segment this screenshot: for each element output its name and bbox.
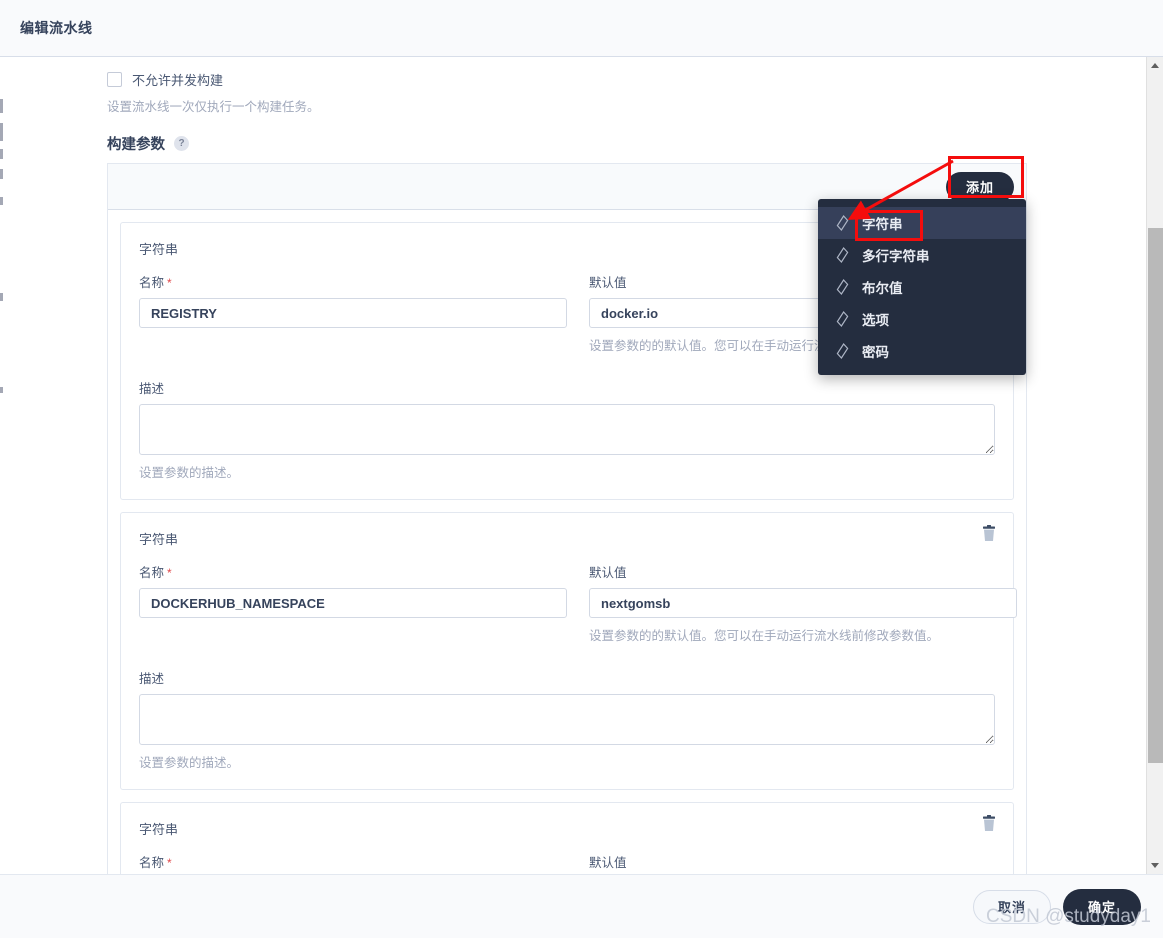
menu-item-label: 密码 xyxy=(862,345,889,360)
trash-icon xyxy=(983,815,995,831)
question-mark-icon[interactable]: ? xyxy=(174,136,189,151)
parameter-tag-icon xyxy=(836,279,849,295)
parameter-name-label: 名称 * xyxy=(139,852,567,871)
parameter-name-input[interactable] xyxy=(139,298,567,328)
required-asterisk: * xyxy=(167,566,172,580)
build-parameters-section-header: 构建参数 ? xyxy=(107,133,1027,154)
edge-artifact xyxy=(0,123,3,141)
dialog-body: 不允许并发构建 设置流水线一次仅执行一个构建任务。 构建参数 ? 添加 字符串 … xyxy=(0,57,1163,874)
edge-artifact xyxy=(0,387,3,393)
required-asterisk: * xyxy=(167,856,172,870)
menu-item-choice[interactable]: 选项 xyxy=(818,303,1026,335)
parameter-type-label: 字符串 xyxy=(139,822,179,837)
required-asterisk: * xyxy=(167,276,172,290)
trash-icon xyxy=(983,525,995,541)
parameter-tag-icon xyxy=(836,215,849,231)
parameter-type-menu: 字符串 多行字符串 布尔值 选项 密码 xyxy=(818,199,1026,375)
scrollbar-thumb[interactable] xyxy=(1148,228,1163,763)
parameter-card: 字符串 名称 * xyxy=(120,512,1017,790)
vertical-scrollbar[interactable] xyxy=(1146,57,1163,874)
parameter-name-label-text: 名称 xyxy=(139,566,165,580)
parameter-type-label: 字符串 xyxy=(139,532,179,547)
parameter-description-label: 描述 xyxy=(139,672,165,686)
parameter-description-textarea[interactable] xyxy=(139,694,995,745)
parameter-name-field: 名称 * xyxy=(139,272,567,354)
edge-artifact xyxy=(0,149,3,159)
scroll-canvas: 不允许并发构建 设置流水线一次仅执行一个构建任务。 构建参数 ? 添加 字符串 … xyxy=(0,57,1146,874)
add-parameter-button[interactable]: 添加 xyxy=(945,171,1014,202)
menu-item-label: 选项 xyxy=(862,313,889,328)
parameter-name-label: 名称 * xyxy=(139,562,567,581)
parameter-description-field: 描述 设置参数的描述。 xyxy=(139,668,995,771)
parameter-default-field: 默认值 设置参数的的默认值。您可以在手动运行流水线前修改参数值。 xyxy=(589,852,1017,874)
scroll-down-arrow-icon[interactable] xyxy=(1147,857,1163,874)
edit-pipeline-dialog: 编辑流水线 不允许并发构建 设置流水线一次仅执行一个构建任务。 构建参数 ? 添… xyxy=(0,0,1163,938)
parameter-name-field: 名称 * xyxy=(139,852,567,874)
build-parameters-title: 构建参数 xyxy=(107,137,165,153)
no-concurrent-build-row[interactable]: 不允许并发构建 xyxy=(107,57,1027,89)
no-concurrent-build-hint: 设置流水线一次仅执行一个构建任务。 xyxy=(107,100,320,114)
confirm-button[interactable]: 确定 xyxy=(1062,888,1141,925)
menu-item-multiline-string[interactable]: 多行字符串 xyxy=(818,239,1026,271)
scroll-up-arrow-icon[interactable] xyxy=(1147,57,1163,74)
parameter-description-hint: 设置参数的描述。 xyxy=(139,466,240,480)
dialog-header: 编辑流水线 xyxy=(0,0,1163,57)
menu-item-label: 多行字符串 xyxy=(862,249,930,264)
parameter-card: 字符串 名称 * xyxy=(120,802,1014,874)
parameter-default-label: 默认值 xyxy=(589,856,627,870)
parameter-name-label: 名称 * xyxy=(139,272,567,291)
menu-item-boolean[interactable]: 布尔值 xyxy=(818,271,1026,303)
parameter-name-input[interactable] xyxy=(139,588,567,618)
cancel-button[interactable]: 取消 xyxy=(972,889,1051,924)
parameter-field-row: 名称* 默认值 设置参数的的默认值。您可以在手动运行流水线前修改参数值。 xyxy=(139,852,995,874)
edge-artifact xyxy=(0,169,3,179)
parameter-description-label: 描述 xyxy=(139,382,165,396)
parameter-name-label-text: 名称 xyxy=(139,856,165,870)
edge-artifact xyxy=(0,197,3,205)
parameter-name-field: 名称 * xyxy=(139,562,567,644)
parameter-field-row: 名称* 默认值 设置参数的的默认值。您可以在手动运行流水线前修改参数值。 xyxy=(139,562,1017,644)
pipeline-form: 不允许并发构建 设置流水线一次仅执行一个构建任务。 构建参数 ? 添加 字符串 … xyxy=(107,57,1027,874)
parameter-default-input[interactable] xyxy=(589,588,1017,618)
dialog-footer: 取消 确定 xyxy=(0,874,1163,938)
edge-artifact xyxy=(0,293,3,301)
edge-artifact xyxy=(0,99,3,113)
menu-item-string[interactable]: 字符串 xyxy=(818,207,1026,239)
no-concurrent-build-label: 不允许并发构建 xyxy=(132,73,224,88)
delete-parameter-button[interactable] xyxy=(981,815,997,833)
parameter-description-hint: 设置参数的描述。 xyxy=(139,756,240,770)
parameter-tag-icon xyxy=(836,311,849,327)
parameter-tag-icon xyxy=(836,343,849,359)
delete-parameter-button[interactable] xyxy=(981,525,997,543)
no-concurrent-build-checkbox[interactable] xyxy=(107,72,122,87)
parameter-default-label: 默认值 xyxy=(589,566,627,580)
parameter-default-hint: 设置参数的的默认值。您可以在手动运行流水线前修改参数值。 xyxy=(589,629,940,643)
menu-item-label: 字符串 xyxy=(862,217,903,232)
parameter-tag-icon xyxy=(836,247,849,263)
parameter-description-field: 描述 设置参数的描述。 xyxy=(139,378,995,481)
page-title: 编辑流水线 xyxy=(20,20,93,36)
parameter-name-label-text: 名称 xyxy=(139,276,165,290)
parameter-default-field: 默认值 设置参数的的默认值。您可以在手动运行流水线前修改参数值。 xyxy=(589,562,1017,644)
parameter-description-textarea[interactable] xyxy=(139,404,995,455)
menu-item-password[interactable]: 密码 xyxy=(818,335,1026,367)
menu-item-label: 布尔值 xyxy=(862,281,903,296)
